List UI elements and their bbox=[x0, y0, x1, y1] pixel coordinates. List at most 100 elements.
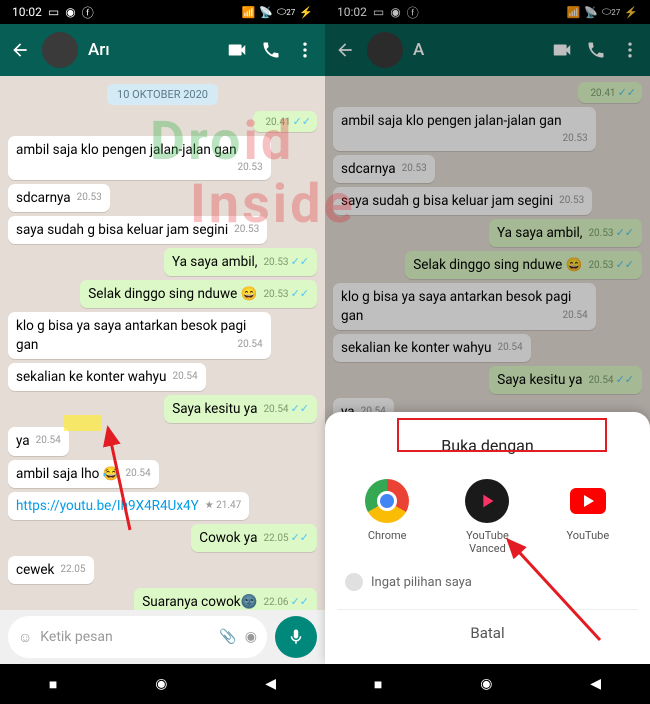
message-bubble[interactable]: Ya saya ambil,20.53✓✓ bbox=[489, 219, 642, 247]
statusbar: 10:02▭◉ⓕ 📶📡⬭27⚡ bbox=[325, 0, 650, 24]
read-ticks-icon: ✓✓ bbox=[291, 531, 309, 546]
menu-icon[interactable] bbox=[293, 38, 317, 62]
youtube-icon bbox=[566, 479, 610, 523]
statusbar: 10:02▭◉ⓕ 📶📡⬭27⚡ bbox=[0, 0, 325, 24]
message-time: 20.53 bbox=[234, 223, 259, 237]
message-bubble[interactable]: Suaranya cowok🌚22.06✓✓ bbox=[134, 588, 317, 610]
message-time: 20.41✓✓ bbox=[590, 86, 636, 101]
read-ticks-icon: ✓✓ bbox=[291, 595, 309, 610]
app-list: Chrome YouTube Vanced YouTube bbox=[337, 471, 638, 563]
date-chip: 10 OKTOBER 2020 bbox=[107, 84, 218, 105]
message-bubble[interactable]: 20.41✓✓ bbox=[253, 111, 317, 132]
read-ticks-icon: ✓✓ bbox=[291, 402, 309, 417]
emoji-icon[interactable]: ☺ bbox=[18, 629, 32, 646]
message-bubble[interactable]: Cowok ya22.05✓✓ bbox=[191, 524, 317, 552]
chat-area[interactable]: 10 OKTOBER 2020 20.41✓✓ ambil saja klo pen… bbox=[0, 76, 325, 610]
message-time: 22.05 bbox=[60, 563, 85, 577]
app-youtube-vanced[interactable]: YouTube Vanced bbox=[447, 479, 527, 555]
message-bubble[interactable]: Ya saya ambil,20.53✓✓ bbox=[164, 248, 317, 276]
message-time: 20.53 bbox=[77, 191, 102, 205]
message-bubble[interactable]: Selak dinggo sing nduwe 😄20.53✓✓ bbox=[405, 251, 642, 279]
nav-recent-icon[interactable]: ■ bbox=[374, 676, 382, 693]
message-input[interactable]: ☺ Ketik pesan 📎 ◉ bbox=[8, 616, 267, 658]
video-call-icon[interactable] bbox=[225, 38, 249, 62]
nav-bar: ■ ◉ ◀ bbox=[325, 664, 650, 704]
message-bubble[interactable]: sdcarnya20.53 bbox=[333, 155, 435, 183]
message-time: 20.53 bbox=[238, 161, 263, 175]
message-time: 20.53✓✓ bbox=[263, 255, 309, 270]
message-time: 22.06✓✓ bbox=[263, 595, 309, 610]
message-time: 20.53✓✓ bbox=[263, 287, 309, 302]
camera-icon[interactable]: ◉ bbox=[245, 629, 257, 645]
message-time: 20.41✓✓ bbox=[265, 115, 311, 130]
message-bubble[interactable]: Selak dinggo sing nduwe 😄20.53✓✓ bbox=[80, 280, 317, 308]
nav-home-icon[interactable]: ◉ bbox=[155, 676, 167, 692]
message-bubble[interactable]: ambil saja lho 😂20.54 bbox=[8, 460, 159, 488]
message-bubble[interactable]: sekalian ke konter wahyu20.54 bbox=[333, 334, 531, 362]
app-youtube[interactable]: YouTube bbox=[548, 479, 628, 555]
message-time: 20.54 bbox=[563, 309, 588, 323]
remember-choice[interactable]: Ingat pilihan saya bbox=[337, 563, 638, 601]
phone-left: 10:02▭◉ⓕ 📶📡⬭27⚡ Arı 10 OKTOBER 2020 20.41… bbox=[0, 0, 325, 704]
read-ticks-icon: ✓✓ bbox=[616, 373, 634, 388]
read-ticks-icon: ✓✓ bbox=[293, 115, 311, 130]
message-time: 22.05✓✓ bbox=[263, 531, 309, 546]
message-bubble[interactable]: sdcarnya20.53 bbox=[8, 184, 110, 212]
contact-name[interactable]: Arı bbox=[88, 40, 215, 60]
read-ticks-icon: ✓✓ bbox=[616, 258, 634, 273]
message-time: 20.54 bbox=[238, 338, 263, 352]
message-bubble[interactable]: 20.41✓✓ bbox=[578, 82, 642, 103]
phone-right: 10:02▭◉ⓕ 📶📡⬭27⚡ A 20.41✓✓ ambil saja klo … bbox=[325, 0, 650, 704]
message-time: 20.54✓✓ bbox=[263, 402, 309, 417]
message-time: 20.54 bbox=[126, 467, 151, 481]
message-time: 20.53✓✓ bbox=[588, 226, 634, 241]
attach-icon[interactable]: 📎 bbox=[219, 629, 236, 645]
contact-name[interactable]: A bbox=[413, 40, 540, 60]
message-link[interactable]: https://youtu.be/Ih9X4R4Ux4Y bbox=[16, 498, 199, 514]
chat-header: Arı bbox=[0, 24, 325, 76]
video-call-icon[interactable] bbox=[550, 38, 574, 62]
mic-button[interactable] bbox=[275, 616, 317, 658]
annotation-box-title bbox=[397, 418, 607, 452]
message-bubble[interactable]: ambil saja klo pengen jalan-jalan gan20.… bbox=[333, 107, 596, 151]
back-icon[interactable] bbox=[333, 38, 357, 62]
nav-back-icon[interactable]: ◀ bbox=[590, 676, 601, 692]
voice-call-icon[interactable] bbox=[584, 38, 608, 62]
remember-checkbox[interactable] bbox=[345, 573, 363, 591]
chrome-icon bbox=[365, 479, 409, 523]
message-time: 20.53 bbox=[563, 132, 588, 146]
nav-back-icon[interactable]: ◀ bbox=[265, 676, 276, 692]
voice-call-icon[interactable] bbox=[259, 38, 283, 62]
cancel-button[interactable]: Batal bbox=[337, 609, 638, 648]
message-bubble[interactable]: sekalian ke konter wahyu20.54 bbox=[8, 363, 206, 391]
message-bubble[interactable]: klo g bisa ya saya antarkan besok pagi g… bbox=[333, 283, 596, 329]
read-ticks-icon: ✓✓ bbox=[291, 287, 309, 302]
message-bubble[interactable]: https://youtu.be/Ih9X4R4Ux4Y ★ 21.47 bbox=[8, 492, 249, 520]
back-icon[interactable] bbox=[8, 38, 32, 62]
nav-bar: ■ ◉ ◀ bbox=[0, 664, 325, 704]
message-time: 20.53 bbox=[559, 194, 584, 208]
message-bubble[interactable]: ya20.54 bbox=[8, 427, 69, 455]
nav-recent-icon[interactable]: ■ bbox=[49, 676, 57, 693]
fb-icon: ◉ bbox=[65, 5, 75, 19]
chat-header: A bbox=[325, 24, 650, 76]
message-bubble[interactable]: ambil saja klo pengen jalan-jalan gan20.… bbox=[8, 136, 271, 180]
menu-icon[interactable] bbox=[618, 38, 642, 62]
message-bubble[interactable]: Saya kesitu ya20.54✓✓ bbox=[164, 395, 317, 423]
read-ticks-icon: ✓✓ bbox=[618, 86, 636, 101]
message-bubble[interactable]: saya sudah g bisa keluar jam segini20.53 bbox=[333, 187, 592, 215]
message-bubble[interactable]: cewek22.05 bbox=[8, 556, 94, 584]
message-bubble[interactable]: Saya kesitu ya20.54✓✓ bbox=[489, 366, 642, 394]
app-chrome[interactable]: Chrome bbox=[347, 479, 427, 555]
message-time: 20.54 bbox=[498, 341, 523, 355]
input-bar: ☺ Ketik pesan 📎 ◉ bbox=[0, 610, 325, 664]
nav-home-icon[interactable]: ◉ bbox=[480, 676, 492, 692]
message-time: 20.54✓✓ bbox=[588, 373, 634, 388]
message-bubble[interactable]: klo g bisa ya saya antarkan besok pagi g… bbox=[8, 312, 271, 358]
message-time: ★ 21.47 bbox=[205, 499, 242, 513]
avatar[interactable] bbox=[42, 32, 78, 68]
message-bubble[interactable]: saya sudah g bisa keluar jam segini20.53 bbox=[8, 216, 267, 244]
message-time: 20.54 bbox=[173, 370, 198, 384]
message-time: 20.54 bbox=[36, 434, 61, 448]
avatar[interactable] bbox=[367, 32, 403, 68]
